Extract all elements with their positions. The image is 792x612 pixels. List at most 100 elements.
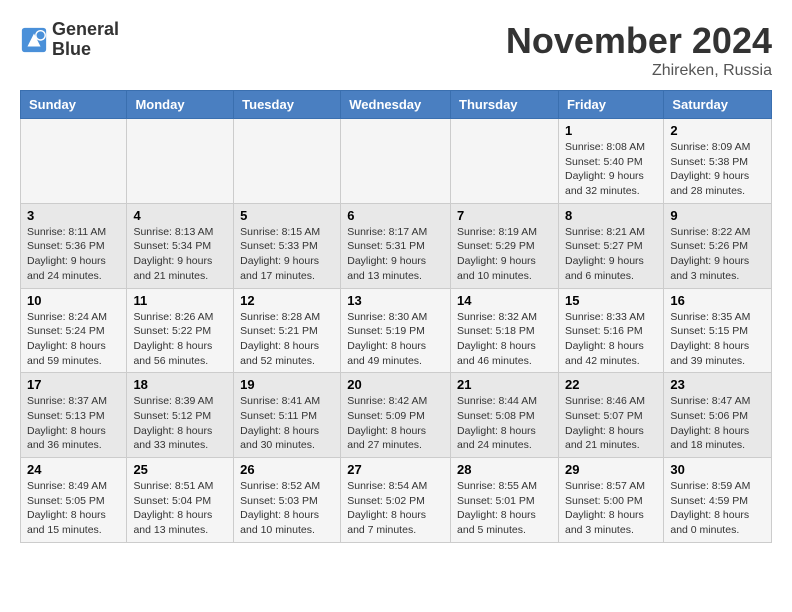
day-number: 17 bbox=[27, 377, 120, 392]
day-number: 3 bbox=[27, 208, 120, 223]
day-cell: 29Sunrise: 8:57 AMSunset: 5:00 PMDayligh… bbox=[558, 458, 663, 543]
day-number: 28 bbox=[457, 462, 552, 477]
logo-line2: Blue bbox=[52, 40, 119, 60]
day-info: Sunrise: 8:46 AMSunset: 5:07 PMDaylight:… bbox=[565, 394, 657, 453]
day-info: Sunrise: 8:54 AMSunset: 5:02 PMDaylight:… bbox=[347, 479, 444, 538]
day-number: 10 bbox=[27, 293, 120, 308]
day-cell: 24 Sunrise: 8:49 AMSunset: 5:05 PMDayligh… bbox=[21, 458, 127, 543]
day-cell: 11 Sunrise: 8:26 AMSunset: 5:22 PMDayligh… bbox=[127, 288, 234, 373]
day-cell: 15Sunrise: 8:33 AMSunset: 5:16 PMDayligh… bbox=[558, 288, 663, 373]
day-cell: 21 Sunrise: 8:44 AMSunset: 5:08 PMDayligh… bbox=[451, 373, 559, 458]
day-cell: 2Sunrise: 8:09 AMSunset: 5:38 PMDaylight… bbox=[664, 119, 772, 204]
day-number: 15 bbox=[565, 293, 657, 308]
day-number: 1 bbox=[565, 123, 657, 138]
title-area: November 2024 Zhireken, Russia bbox=[506, 20, 772, 80]
day-info: Sunrise: 8:08 AMSunset: 5:40 PMDaylight:… bbox=[565, 140, 657, 199]
day-info: Sunrise: 8:44 AMSunset: 5:08 PMDaylight:… bbox=[457, 394, 552, 453]
header-row: SundayMondayTuesdayWednesdayThursdayFrid… bbox=[21, 91, 772, 119]
day-info: Sunrise: 8:59 AMSunset: 4:59 PMDaylight:… bbox=[670, 479, 765, 538]
day-number: 18 bbox=[133, 377, 227, 392]
day-cell: 6Sunrise: 8:17 AMSunset: 5:31 PMDaylight… bbox=[341, 203, 451, 288]
day-number: 22 bbox=[565, 377, 657, 392]
day-info: Sunrise: 8:49 AMSunset: 5:05 PMDaylight:… bbox=[27, 479, 120, 538]
day-info: Sunrise: 8:51 AMSunset: 5:04 PMDaylight:… bbox=[133, 479, 227, 538]
day-number: 27 bbox=[347, 462, 444, 477]
logo-line1: General bbox=[52, 20, 119, 40]
day-cell bbox=[127, 119, 234, 204]
day-cell: 5 Sunrise: 8:15 AMSunset: 5:33 PMDaylight… bbox=[234, 203, 341, 288]
column-header-friday: Friday bbox=[558, 91, 663, 119]
day-info: Sunrise: 8:39 AMSunset: 5:12 PMDaylight:… bbox=[133, 394, 227, 453]
day-cell: 16 Sunrise: 8:35 AMSunset: 5:15 PMDayligh… bbox=[664, 288, 772, 373]
day-info: Sunrise: 8:32 AMSunset: 5:18 PMDaylight:… bbox=[457, 310, 552, 369]
day-number: 24 bbox=[27, 462, 120, 477]
day-number: 4 bbox=[133, 208, 227, 223]
column-header-tuesday: Tuesday bbox=[234, 91, 341, 119]
day-number: 20 bbox=[347, 377, 444, 392]
day-cell: 23 Sunrise: 8:47 AMSunset: 5:06 PMDayligh… bbox=[664, 373, 772, 458]
day-cell: 20Sunrise: 8:42 AMSunset: 5:09 PMDayligh… bbox=[341, 373, 451, 458]
day-info: Sunrise: 8:15 AMSunset: 5:33 PMDaylight:… bbox=[240, 225, 334, 284]
day-number: 7 bbox=[457, 208, 552, 223]
week-row-4: 17 Sunrise: 8:37 AMSunset: 5:13 PMDayligh… bbox=[21, 373, 772, 458]
day-info: Sunrise: 8:21 AMSunset: 5:27 PMDaylight:… bbox=[565, 225, 657, 284]
day-cell bbox=[21, 119, 127, 204]
calendar-body: 1 Sunrise: 8:08 AMSunset: 5:40 PMDaylight… bbox=[21, 119, 772, 543]
column-header-sunday: Sunday bbox=[21, 91, 127, 119]
day-number: 30 bbox=[670, 462, 765, 477]
day-info: Sunrise: 8:28 AMSunset: 5:21 PMDaylight:… bbox=[240, 310, 334, 369]
day-cell: 13 Sunrise: 8:30 AMSunset: 5:19 PMDayligh… bbox=[341, 288, 451, 373]
day-cell: 30 Sunrise: 8:59 AMSunset: 4:59 PMDayligh… bbox=[664, 458, 772, 543]
logo-text: General Blue bbox=[52, 20, 119, 60]
day-cell: 28 Sunrise: 8:55 AMSunset: 5:01 PMDayligh… bbox=[451, 458, 559, 543]
day-info: Sunrise: 8:37 AMSunset: 5:13 PMDaylight:… bbox=[27, 394, 120, 453]
day-cell bbox=[451, 119, 559, 204]
day-cell: 19Sunrise: 8:41 AMSunset: 5:11 PMDayligh… bbox=[234, 373, 341, 458]
day-number: 16 bbox=[670, 293, 765, 308]
week-row-5: 24 Sunrise: 8:49 AMSunset: 5:05 PMDayligh… bbox=[21, 458, 772, 543]
column-header-thursday: Thursday bbox=[451, 91, 559, 119]
week-row-3: 10Sunrise: 8:24 AMSunset: 5:24 PMDayligh… bbox=[21, 288, 772, 373]
day-cell: 8Sunrise: 8:21 AMSunset: 5:27 PMDaylight… bbox=[558, 203, 663, 288]
day-cell: 12Sunrise: 8:28 AMSunset: 5:21 PMDayligh… bbox=[234, 288, 341, 373]
day-info: Sunrise: 8:26 AMSunset: 5:22 PMDaylight:… bbox=[133, 310, 227, 369]
day-info: Sunrise: 8:35 AMSunset: 5:15 PMDaylight:… bbox=[670, 310, 765, 369]
day-info: Sunrise: 8:30 AMSunset: 5:19 PMDaylight:… bbox=[347, 310, 444, 369]
day-cell: 26Sunrise: 8:52 AMSunset: 5:03 PMDayligh… bbox=[234, 458, 341, 543]
day-cell: 3 Sunrise: 8:11 AMSunset: 5:36 PMDaylight… bbox=[21, 203, 127, 288]
day-info: Sunrise: 8:09 AMSunset: 5:38 PMDaylight:… bbox=[670, 140, 765, 199]
day-cell: 9 Sunrise: 8:22 AMSunset: 5:26 PMDaylight… bbox=[664, 203, 772, 288]
day-number: 11 bbox=[133, 293, 227, 308]
logo-icon bbox=[20, 26, 48, 54]
calendar-header: SundayMondayTuesdayWednesdayThursdayFrid… bbox=[21, 91, 772, 119]
day-number: 19 bbox=[240, 377, 334, 392]
day-cell: 17 Sunrise: 8:37 AMSunset: 5:13 PMDayligh… bbox=[21, 373, 127, 458]
location: Zhireken, Russia bbox=[506, 62, 772, 80]
day-number: 26 bbox=[240, 462, 334, 477]
calendar-table: SundayMondayTuesdayWednesdayThursdayFrid… bbox=[20, 90, 772, 543]
day-cell: 10Sunrise: 8:24 AMSunset: 5:24 PMDayligh… bbox=[21, 288, 127, 373]
day-info: Sunrise: 8:22 AMSunset: 5:26 PMDaylight:… bbox=[670, 225, 765, 284]
day-number: 5 bbox=[240, 208, 334, 223]
day-info: Sunrise: 8:11 AMSunset: 5:36 PMDaylight:… bbox=[27, 225, 120, 284]
day-number: 21 bbox=[457, 377, 552, 392]
day-number: 9 bbox=[670, 208, 765, 223]
day-number: 25 bbox=[133, 462, 227, 477]
day-number: 14 bbox=[457, 293, 552, 308]
day-cell: 14 Sunrise: 8:32 AMSunset: 5:18 PMDayligh… bbox=[451, 288, 559, 373]
day-cell bbox=[234, 119, 341, 204]
week-row-1: 1 Sunrise: 8:08 AMSunset: 5:40 PMDaylight… bbox=[21, 119, 772, 204]
header: General Blue November 2024 Zhireken, Rus… bbox=[20, 20, 772, 80]
day-number: 6 bbox=[347, 208, 444, 223]
day-cell: 7 Sunrise: 8:19 AMSunset: 5:29 PMDaylight… bbox=[451, 203, 559, 288]
day-number: 13 bbox=[347, 293, 444, 308]
day-cell: 27 Sunrise: 8:54 AMSunset: 5:02 PMDayligh… bbox=[341, 458, 451, 543]
day-info: Sunrise: 8:57 AMSunset: 5:00 PMDaylight:… bbox=[565, 479, 657, 538]
day-number: 23 bbox=[670, 377, 765, 392]
day-cell: 22 Sunrise: 8:46 AMSunset: 5:07 PMDayligh… bbox=[558, 373, 663, 458]
day-info: Sunrise: 8:19 AMSunset: 5:29 PMDaylight:… bbox=[457, 225, 552, 284]
day-cell: 4Sunrise: 8:13 AMSunset: 5:34 PMDaylight… bbox=[127, 203, 234, 288]
day-info: Sunrise: 8:55 AMSunset: 5:01 PMDaylight:… bbox=[457, 479, 552, 538]
day-info: Sunrise: 8:47 AMSunset: 5:06 PMDaylight:… bbox=[670, 394, 765, 453]
logo: General Blue bbox=[20, 20, 119, 60]
